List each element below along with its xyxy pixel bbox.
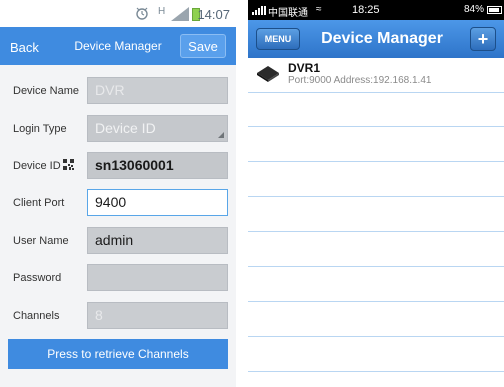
signal-icon xyxy=(171,7,189,21)
device-id-label: Device ID xyxy=(13,160,61,172)
device-name-row: Device Name DVR xyxy=(0,72,236,108)
device-name: DVR1 xyxy=(288,61,321,75)
divider xyxy=(248,196,504,197)
divider xyxy=(248,336,504,337)
login-type-label: Login Type xyxy=(13,123,67,135)
battery-icon xyxy=(487,6,502,14)
divider xyxy=(248,126,504,127)
qr-code-icon[interactable] xyxy=(63,159,74,170)
ios-status-bar: 中国联通 ≈ 18:25 84% xyxy=(248,0,504,20)
divider xyxy=(248,92,504,93)
status-time: 18:25 xyxy=(352,4,380,16)
android-status-bar: H 14:07 xyxy=(0,0,236,27)
divider xyxy=(248,266,504,267)
alarm-icon xyxy=(136,7,148,20)
login-type-select[interactable]: Device ID xyxy=(87,115,228,142)
divider xyxy=(248,371,504,372)
retrieve-channels-button[interactable]: Press to retrieve Channels xyxy=(8,339,228,369)
password-label: Password xyxy=(13,272,62,284)
user-name-label: User Name xyxy=(13,235,69,247)
device-name-field[interactable]: DVR xyxy=(87,77,228,104)
password-field[interactable] xyxy=(87,264,228,291)
client-port-label: Client Port xyxy=(13,197,65,209)
device-info: Port:9000 Address:192.168.1.41 xyxy=(288,75,432,86)
login-type-value: Device ID xyxy=(95,120,156,136)
channels-label: Channels xyxy=(13,310,60,322)
user-name-row: User Name admin xyxy=(0,222,236,258)
login-type-row: Login Type Device ID xyxy=(0,110,236,146)
page-title: Device Manager xyxy=(321,30,443,47)
password-row: Password xyxy=(0,259,236,295)
app-bar: Back Device Manager Save xyxy=(0,27,236,65)
android-screen: H 14:07 Back Device Manager Save Device … xyxy=(0,0,236,387)
divider xyxy=(248,301,504,302)
ios-screen: 中国联通 ≈ 18:25 84% MENU Device Manager + D… xyxy=(248,0,504,387)
device-id-field[interactable]: sn13060001 xyxy=(87,152,228,179)
channels-row: Channels 8 xyxy=(0,297,236,333)
user-name-field[interactable]: admin xyxy=(87,227,228,254)
divider xyxy=(248,231,504,232)
status-time: 14:07 xyxy=(197,7,230,22)
wifi-icon: ≈ xyxy=(316,4,322,15)
client-port-row: Client Port 9400 xyxy=(0,184,236,220)
device-id-row: Device ID sn13060001 xyxy=(0,147,236,183)
channels-field[interactable]: 8 xyxy=(87,302,228,329)
device-name-label: Device Name xyxy=(13,85,80,97)
dvr-device-icon xyxy=(257,66,279,82)
network-type: H xyxy=(158,6,166,17)
signal-icon xyxy=(252,6,266,15)
carrier-name: 中国联通 xyxy=(268,8,308,19)
divider xyxy=(248,161,504,162)
navigation-bar: MENU Device Manager + xyxy=(248,20,504,58)
battery-percent: 84% xyxy=(463,4,484,15)
dropdown-triangle-icon xyxy=(218,132,224,138)
list-item[interactable]: DVR1 Port:9000 Address:192.168.1.41 xyxy=(248,58,504,91)
device-list: DVR1 Port:9000 Address:192.168.1.41 xyxy=(248,58,504,387)
save-button[interactable]: Save xyxy=(180,34,226,58)
client-port-field[interactable]: 9400 xyxy=(87,189,228,216)
add-device-button[interactable]: + xyxy=(470,27,496,51)
